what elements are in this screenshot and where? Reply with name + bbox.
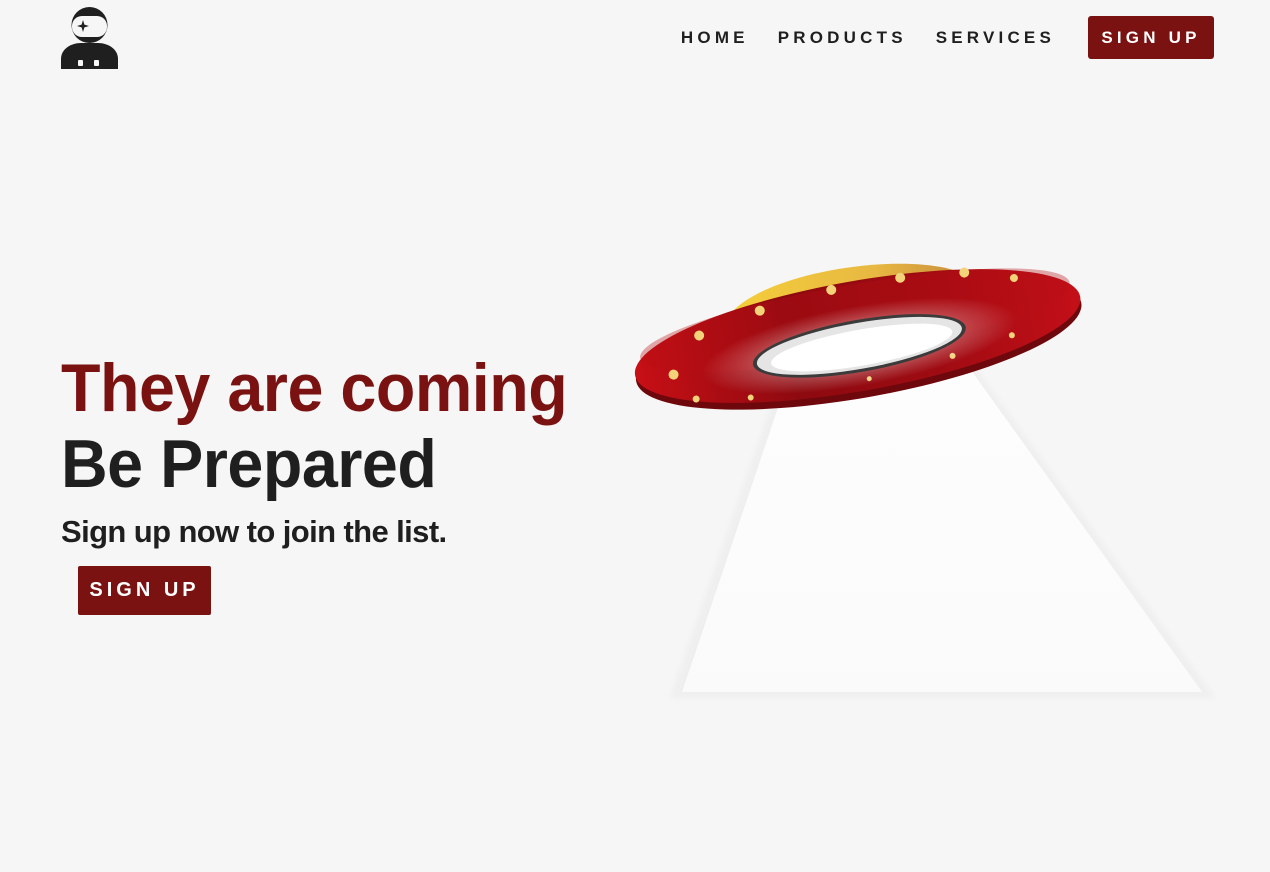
headline-line-1: They are coming — [61, 350, 568, 426]
nav-link-products[interactable]: PRODUCTS — [778, 16, 907, 59]
nav-signup-button[interactable]: SIGN UP — [1088, 16, 1214, 59]
astronaut-icon[interactable] — [61, 5, 118, 69]
ufo-icon — [630, 250, 1230, 710]
nav-link-home[interactable]: HOME — [681, 16, 749, 59]
hero-text: They are coming Be Prepared Sign up now … — [61, 350, 594, 615]
headline-line-2: Be Prepared — [61, 426, 437, 502]
hero-signup-button[interactable]: SIGN UP — [78, 566, 211, 615]
main-nav: HOME PRODUCTS SERVICES SIGN UP — [681, 16, 1214, 59]
nav-link-services[interactable]: SERVICES — [936, 16, 1055, 59]
hero-subtitle: Sign up now to join the list. — [61, 514, 447, 549]
top-navigation-bar: HOME PRODUCTS SERVICES SIGN UP — [0, 0, 1270, 80]
